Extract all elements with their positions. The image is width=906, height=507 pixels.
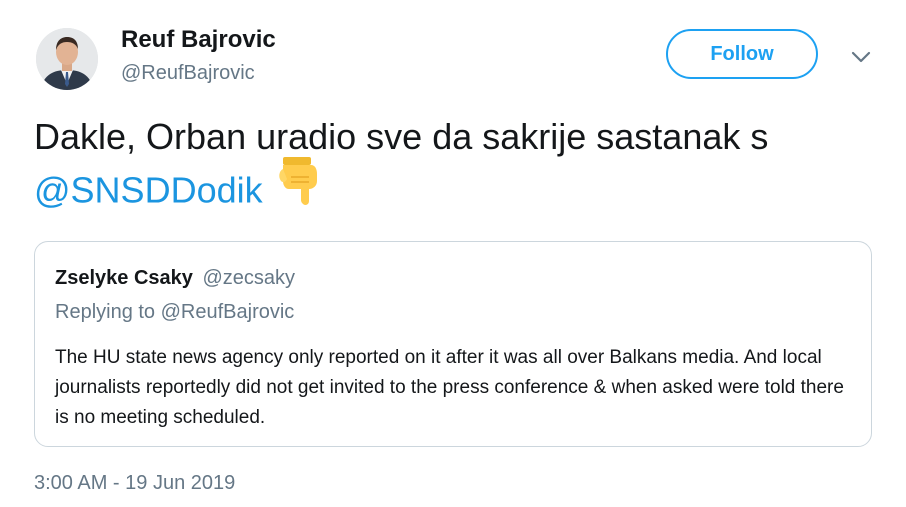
quoted-author-handle: @zecsaky: [202, 267, 296, 289]
author-name[interactable]: Reuf Bajrovic: [121, 26, 276, 54]
backhand-index-pointing-down-icon: [277, 155, 323, 219]
quoted-author: Zselyke Csaky @zecsaky: [55, 267, 295, 290]
follow-button-label: Follow: [710, 42, 774, 65]
quoted-author-name: Zselyke Csaky: [55, 267, 193, 289]
replying-to-label: Replying to @ReufBajrovic: [55, 301, 295, 323]
tweet-text-line: Dakle, Orban uradio sve da sakrije sasta…: [34, 116, 769, 157]
profile-photo: [36, 28, 98, 90]
avatar[interactable]: [36, 28, 98, 90]
mention-link[interactable]: @SNSDDodik: [34, 170, 263, 211]
quoted-tweet-text: The HU state news agency only reported o…: [55, 347, 844, 428]
chevron-down-icon[interactable]: [850, 46, 872, 68]
tweet-text: Dakle, Orban uradio sve da sakrije sasta…: [34, 113, 884, 225]
timestamp[interactable]: 3:00 AM - 19 Jun 2019: [34, 472, 235, 495]
tweet-card: Reuf Bajrovic @ReufBajrovic Follow Dakle…: [0, 0, 906, 507]
quoted-tweet[interactable]: Zselyke Csaky @zecsaky Replying to @Reuf…: [34, 241, 872, 447]
author-handle[interactable]: @ReufBajrovic: [121, 62, 255, 85]
follow-button[interactable]: Follow: [666, 29, 818, 79]
